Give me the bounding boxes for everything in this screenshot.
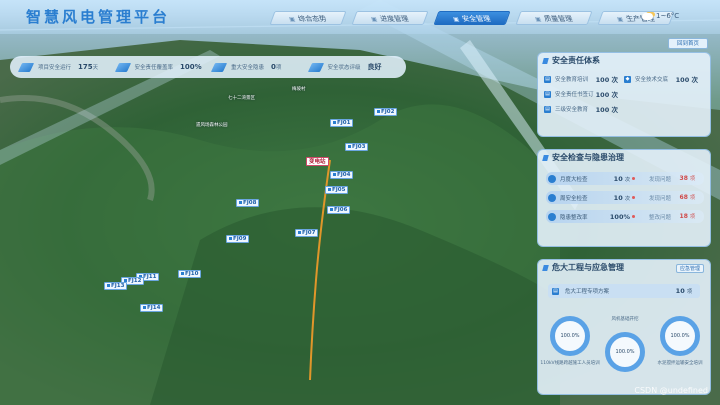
- cloud-sun-icon: [642, 12, 653, 20]
- tab-quality[interactable]: ▣质量管理: [515, 11, 593, 25]
- ring-label: 水泥搅拌运输安全培训: [657, 361, 703, 366]
- training-stat: ▤ 安全教育培训 100 次: [544, 75, 618, 84]
- turbine-marker-fj02[interactable]: FJ02: [374, 108, 398, 116]
- turbine-marker-fj08[interactable]: FJ08: [236, 199, 260, 207]
- emergency-management-button[interactable]: 应急管理: [675, 264, 704, 273]
- excavation-ring: 100.0%: [605, 332, 645, 372]
- ring-label: 风机基础开挖: [611, 317, 639, 322]
- main-nav: ▣综合态势 ▣进度管理 ▣安全管理 ▣质量管理 ▣生产管理: [269, 11, 675, 25]
- turbine-marker-fj09[interactable]: FJ09: [226, 235, 250, 243]
- substation-marker[interactable]: 变电站: [306, 157, 329, 166]
- turbine-marker-fj07[interactable]: FJ07: [295, 229, 319, 237]
- disclosure-stat: ◆ 安全技术交底 100 次: [624, 75, 698, 84]
- panel-title: 安全检查与隐患治理: [538, 150, 710, 166]
- top-header: 智慧风电管理平台 ▣综合态势 ▣进度管理 ▣安全管理 ▣质量管理 ▣生产管理 1…: [0, 0, 720, 34]
- stat-coverage: 安全责任覆盖率 100%: [114, 62, 214, 72]
- agreement-stat: ▤ 安全责任书签订 100 次: [544, 90, 618, 99]
- turbine-marker-fj05[interactable]: FJ05: [325, 186, 349, 194]
- inspection-icon: [548, 193, 556, 202]
- tab-overview[interactable]: ▣综合态势: [269, 11, 347, 25]
- shield-icon: ▣: [451, 16, 460, 23]
- back-home-button[interactable]: 回到首页: [668, 38, 708, 49]
- turbine-marker-fj04[interactable]: FJ04: [330, 171, 354, 179]
- rectification-icon: [548, 212, 556, 221]
- place-label: 遗风场森林公园: [196, 123, 228, 128]
- inspection-row: 隐患整改率 100% 整改问题 18 项: [546, 210, 704, 223]
- stat-rating: 安全状态评级 良好: [307, 62, 407, 72]
- plan-icon: ▤: [552, 287, 559, 295]
- document-icon: ▤: [544, 90, 551, 98]
- turbine-marker-fj06[interactable]: FJ06: [327, 206, 351, 214]
- turbine-marker-fj13[interactable]: FJ13: [104, 282, 128, 290]
- shield-icon: ◆: [624, 75, 631, 83]
- dashboard-icon: ▣: [287, 16, 296, 23]
- turbine-marker-fj03[interactable]: FJ03: [345, 143, 369, 151]
- major-projects-panel: 危大工程与应急管理 应急管理 ▤ 危大工程专项方案 10 项 100.0% 11…: [537, 259, 711, 395]
- alert-dot-icon: [632, 177, 635, 180]
- training-ring: 100.0%: [550, 316, 590, 356]
- transport-ring: 100.0%: [660, 316, 700, 356]
- place-label: 七十二湾景区: [228, 96, 255, 101]
- inspection-row: 月度大检查 10 次 发现问题 38 项: [546, 172, 704, 185]
- quality-icon: ▣: [533, 16, 542, 23]
- safety-responsibility-panel: 安全责任体系 ▤ 安全教育培训 100 次 ◆ 安全技术交底 100 次 ▤ 安…: [537, 52, 711, 137]
- education-icon: ▤: [544, 105, 551, 113]
- production-icon: ▣: [615, 16, 624, 23]
- stat-hazards: 重大安全隐患 0项: [210, 62, 310, 72]
- turbine-marker-fj14[interactable]: FJ14: [140, 304, 164, 312]
- coverage-icon: [114, 62, 131, 72]
- tab-safety[interactable]: ▣安全管理: [433, 11, 511, 25]
- warning-icon: [210, 62, 228, 72]
- tab-progress[interactable]: ▣进度管理: [351, 11, 429, 25]
- rating-icon: [307, 62, 324, 72]
- turbine-marker-fj01[interactable]: FJ01: [330, 119, 354, 127]
- inspection-row: 周安全检查 10 次 发现问题 68 项: [546, 191, 704, 204]
- calendar-icon: [17, 62, 35, 72]
- inspection-icon: [548, 174, 556, 183]
- watermark: CSDN @undefined: [634, 386, 708, 395]
- stat-bar: 项目安全运行 175 天 安全责任覆盖率 100% 重大安全隐患 0项 安全状态评…: [10, 56, 406, 78]
- three-level-education-stat: ▤ 三级安全教育 100 次: [544, 105, 618, 114]
- stat-safe-days: 项目安全运行 175 天: [17, 62, 117, 72]
- alert-dot-icon: [632, 196, 635, 199]
- app-title: 智慧风电管理平台: [26, 8, 171, 26]
- special-plan-stat: ▤ 危大工程专项方案 10 项: [548, 284, 700, 298]
- training-icon: ▤: [544, 75, 551, 83]
- place-label: 梅坡村: [292, 87, 306, 92]
- weather-widget: 1~6°C: [642, 12, 679, 20]
- panel-title: 安全责任体系: [538, 53, 710, 69]
- alert-dot-icon: [632, 215, 635, 218]
- inspection-panel: 安全检查与隐患治理 月度大检查 10 次 发现问题 38 项 周安全检查 10 …: [537, 149, 711, 247]
- progress-icon: ▣: [369, 16, 378, 23]
- ring-label: 110kV线路跨越施工人员培训: [540, 361, 600, 366]
- turbine-marker-fj10[interactable]: FJ10: [178, 270, 202, 278]
